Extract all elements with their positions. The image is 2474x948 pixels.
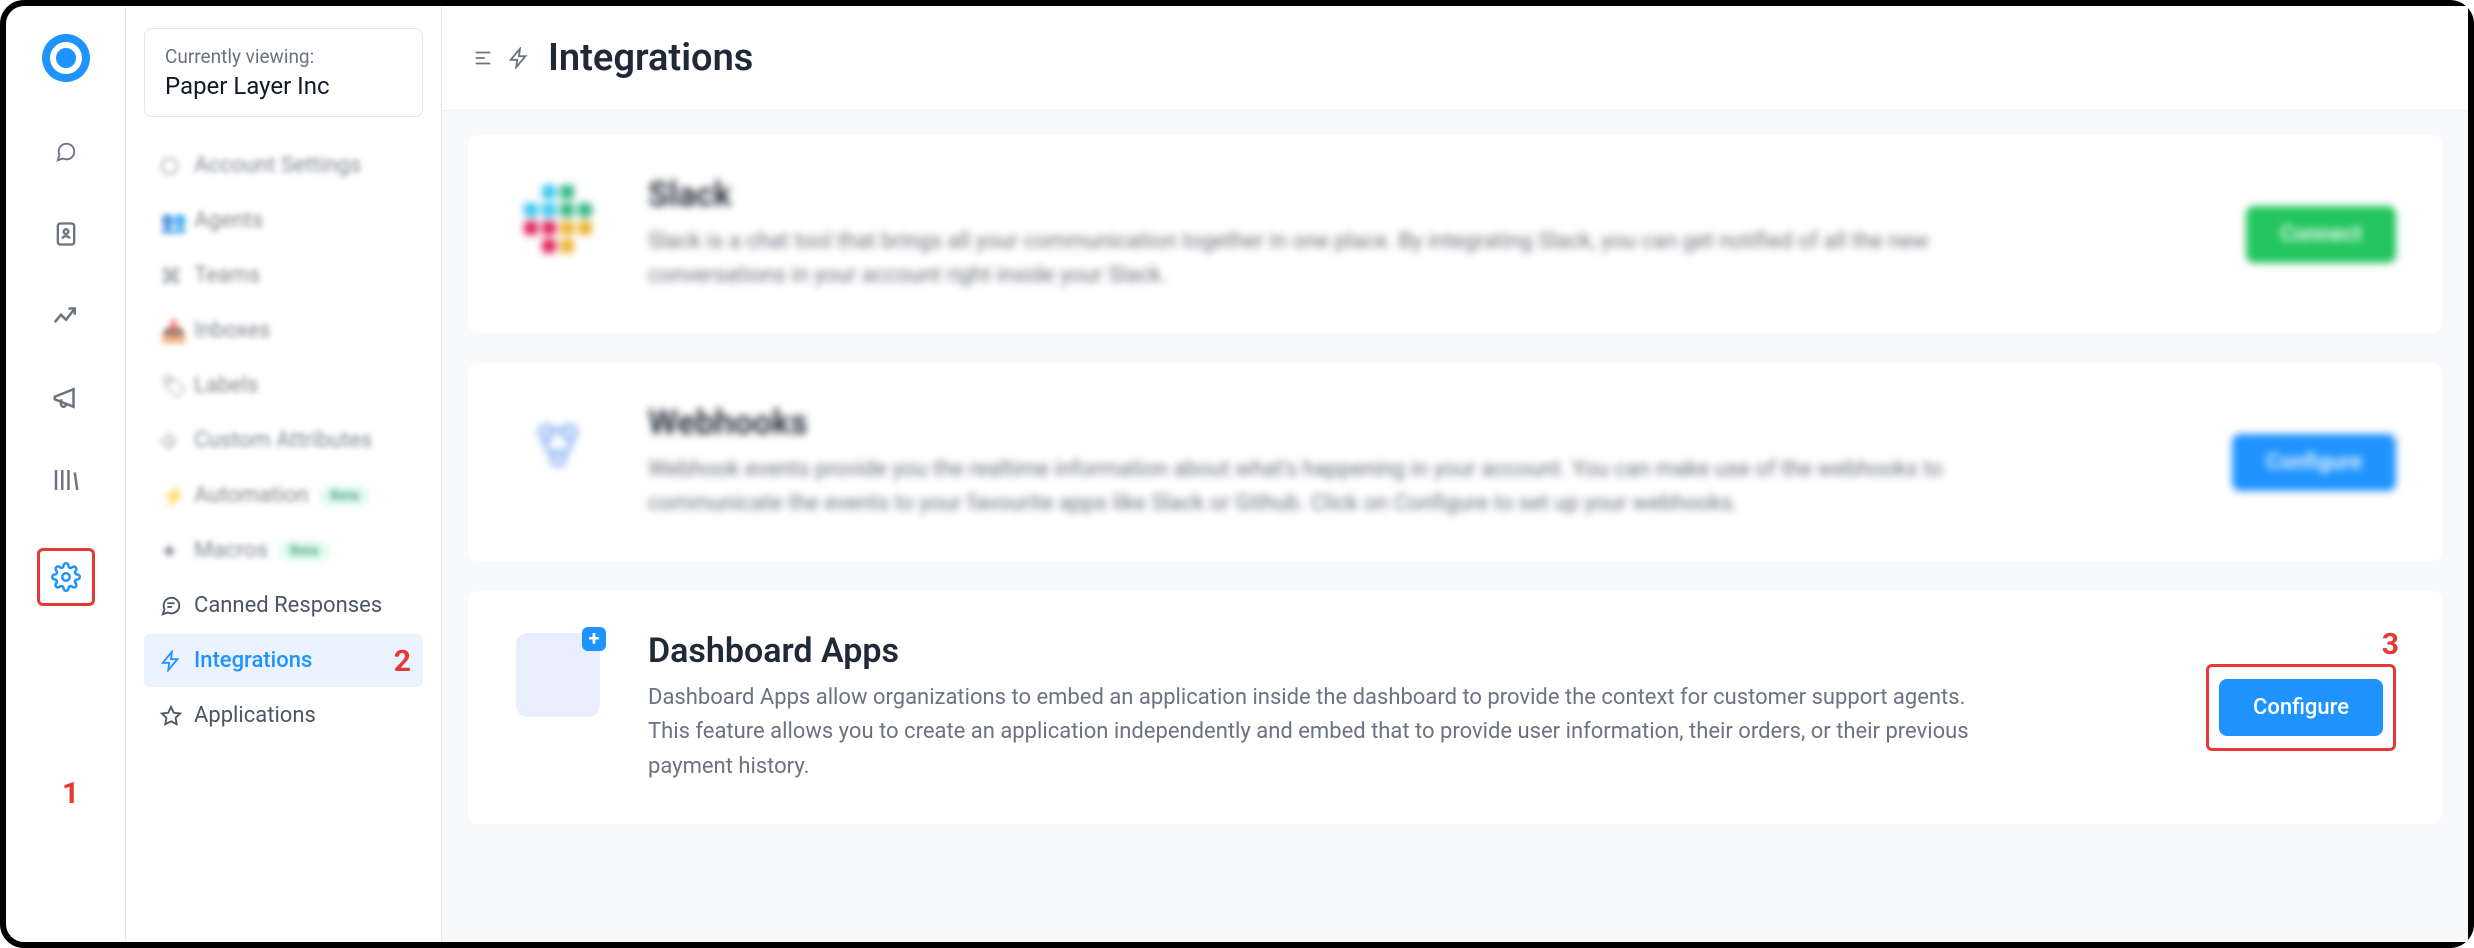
toggle-sidebar-icon[interactable] <box>472 47 494 69</box>
nav-automation[interactable]: ⚡AutomationBeta <box>144 469 423 522</box>
card-title: Dashboard Apps <box>648 631 2160 671</box>
nav-agents[interactable]: 👥Agents <box>144 194 423 247</box>
rail-reports[interactable] <box>46 296 86 336</box>
page-header: Integrations <box>442 6 2468 111</box>
card-desc: Webhook events provide you the realtime … <box>648 453 1988 521</box>
callout-3: 3 <box>2382 627 2399 662</box>
webhook-icon <box>514 403 602 491</box>
rail-conversations[interactable] <box>46 132 86 172</box>
slack-icon <box>514 175 602 263</box>
rail-help[interactable] <box>46 460 86 500</box>
configure-button[interactable]: Configure <box>2232 434 2396 491</box>
integration-card-dashboard-apps: Dashboard Apps Dashboard Apps allow orga… <box>468 591 2442 823</box>
card-desc: Slack is a chat tool that brings all you… <box>648 225 1988 293</box>
nav-custom-attributes[interactable]: ⟐Custom Attributes <box>144 414 423 467</box>
nav-integrations[interactable]: Integrations 2 <box>144 634 423 687</box>
bolt-icon <box>508 47 530 69</box>
chat-icon <box>55 141 77 163</box>
callout-2: 2 <box>394 644 411 679</box>
connect-button[interactable]: Connect <box>2246 206 2396 263</box>
callout-1: 1 <box>62 776 79 811</box>
agents-icon: 👥 <box>160 210 182 232</box>
nav-inboxes[interactable]: 📥Inboxes <box>144 304 423 357</box>
chat-lines-icon <box>160 595 182 617</box>
nav-macros[interactable]: ✦MacrosBeta <box>144 524 423 577</box>
macros-icon: ✦ <box>160 540 182 562</box>
rail-campaigns[interactable] <box>46 378 86 418</box>
megaphone-icon <box>51 383 81 413</box>
account-label: Currently viewing: <box>165 45 402 68</box>
icon-rail: 1 <box>6 6 126 942</box>
dashboard-apps-icon <box>514 631 602 719</box>
account-name: Paper Layer Inc <box>165 72 402 100</box>
star-icon <box>160 705 182 727</box>
main-content: Integrations Slack Slack is a chat tool … <box>442 6 2468 942</box>
gear-icon <box>51 562 81 592</box>
callout-3-box: 3 Configure <box>2206 664 2396 751</box>
settings-sidebar: Currently viewing: Paper Layer Inc ⎔Acco… <box>126 6 442 942</box>
automation-icon: ⚡ <box>160 485 182 507</box>
briefcase-icon: ⎔ <box>160 155 182 177</box>
teams-icon: ⌘ <box>160 265 182 287</box>
nav-labels[interactable]: 🏷Labels <box>144 359 423 412</box>
nav-canned-responses[interactable]: Canned Responses <box>144 579 423 632</box>
nav-teams[interactable]: ⌘Teams <box>144 249 423 302</box>
card-title: Slack <box>648 175 2200 215</box>
card-title: Webhooks <box>648 403 2186 443</box>
code-icon: ⟐ <box>160 430 182 452</box>
chart-arrow-icon <box>51 301 81 331</box>
card-desc: Dashboard Apps allow organizations to em… <box>648 681 1988 783</box>
library-icon <box>51 465 81 495</box>
page-title: Integrations <box>548 36 753 80</box>
configure-button[interactable]: Configure <box>2219 679 2383 736</box>
id-card-icon <box>52 220 80 248</box>
account-switcher[interactable]: Currently viewing: Paper Layer Inc <box>144 28 423 117</box>
rail-contacts[interactable] <box>46 214 86 254</box>
nav-account-settings[interactable]: ⎔Account Settings <box>144 139 423 192</box>
tag-icon: 🏷 <box>160 375 182 397</box>
integration-card-webhooks: Webhooks Webhook events provide you the … <box>468 363 2442 561</box>
inbox-icon: 📥 <box>160 320 182 342</box>
rail-settings[interactable] <box>46 557 86 597</box>
app-logo[interactable] <box>42 34 90 82</box>
integration-card-slack: Slack Slack is a chat tool that brings a… <box>468 135 2442 333</box>
bolt-icon <box>160 650 182 672</box>
nav-applications[interactable]: Applications <box>144 689 423 742</box>
